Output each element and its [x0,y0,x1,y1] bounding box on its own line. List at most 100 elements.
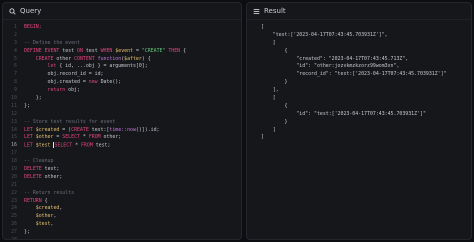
code-text: LET $other = SELECT * FROM other; [24,134,121,142]
code-token: $after [124,55,142,62]
line-number: 21 [11,181,17,188]
result-gutter [247,95,261,103]
code-token: time::now [109,126,136,133]
result-gutter [247,56,261,64]
code-token: Date(); [100,79,122,86]
code-text: $created, [24,205,63,213]
code-line[interactable]: 14 LET $created = (CREATE test:[time::now… [3,127,241,135]
code-line[interactable]: 24 $created, [3,205,241,213]
code-token: BEGIN; [24,24,42,30]
result-text: [ [261,39,276,46]
code-token: LET [24,142,36,149]
line-number: 7 [14,71,17,78]
result-panel-title: Result [264,7,286,15]
code-line[interactable]: 6 let { id, ...obj } = arguments[0]; [3,63,241,71]
code-text: LET $test SELECT * FROM test; [24,142,110,150]
code-token: CONTENT [74,55,98,62]
code-text: -- Store test results for event [24,119,115,127]
result-line: } [247,119,471,127]
code-token: }; [24,102,30,109]
code-line[interactable]: 28 [3,237,241,239]
code-token: DELETE [24,173,45,180]
code-line[interactable]: 8 obj.created = new Date(); [3,79,241,87]
code-token: , [53,213,57,220]
code-line[interactable]: 9 return obj; [3,87,241,95]
result-editor[interactable]: [ "test:['2023-04-17T07:43:45.703931Z']"… [247,21,471,239]
code-token: new [88,79,101,86]
code-token: -- Cleanup [24,158,54,165]
code-line[interactable]: 20 DELETE other; [3,174,241,182]
code-token: obj.record_id = id; [24,71,104,78]
result-text: ] [261,134,264,141]
code-token: FROM [88,134,104,141]
code-line[interactable]: 18 -- Cleanup [3,158,241,166]
line-number: 20 [11,173,17,180]
result-text: { [261,102,288,109]
code-line[interactable]: 27}; [3,229,241,237]
code-token: DELETE [24,166,45,173]
code-line[interactable]: 26 $test, [3,221,241,229]
code-line[interactable]: 5 CREATE other CONTENT function($after) … [3,56,241,64]
code-token: $test [35,221,51,228]
result-line: "id": "test:['2023-04-17T07:43:45.703931… [247,111,471,119]
code-line[interactable]: 17 [3,150,241,158]
code-token: LET [24,126,36,133]
code-token: "CREATE" [141,47,166,54]
result-gutter [247,79,261,87]
code-line[interactable]: 22 -- Return results [3,190,241,198]
code-line[interactable]: 15 LET $other = SELECT * FROM other; [3,134,241,142]
code-line[interactable]: 19 DELETE test; [3,166,241,174]
result-line: [ [247,24,471,32]
code-line[interactable]: 7 obj.record_id = id; [3,71,241,79]
code-line[interactable]: 21 [3,182,241,190]
code-text: obj.record_id = id; [24,71,104,79]
code-text: -- Define the event [24,40,80,48]
code-token: SELECT [62,134,83,141]
code-text: RETURN { [24,198,48,206]
code-text: return obj; [24,87,80,95]
result-text: "id": "test:['2023-04-17T07:43:45.703931… [261,110,426,117]
code-token: }; [24,95,42,102]
code-line[interactable]: 12 [3,111,241,119]
result-gutter [247,71,261,79]
code-line[interactable]: 4 DEFINE EVENT test ON test WHEN $event =… [3,48,241,56]
result-text: ], [261,87,279,94]
code-line[interactable]: 13 -- Store test results for event [3,119,241,127]
query-editor[interactable]: 1 BEGIN; 2 3 -- Define the event 4 DEFINE EVEN… [3,21,241,239]
code-token: $event [115,47,133,54]
line-number: 3 [14,39,17,46]
code-line[interactable]: 10 }; [3,95,241,103]
code-text: -- Return results [24,190,74,198]
result-gutter [247,134,261,142]
result-text: "created": "2023-04-17T07:43:45.713Z", [261,55,409,62]
result-line: { [247,103,471,111]
code-text: BEGIN; [24,24,42,32]
code-line[interactable]: 2 [3,32,241,40]
code-token: { [44,197,48,204]
code-line[interactable]: 23 RETURN { [3,198,241,206]
code-text: DELETE other; [24,174,62,182]
code-line[interactable]: 25 $other, [3,213,241,221]
code-text: }; [24,103,30,111]
code-text: $other, [24,213,57,221]
result-gutter [247,48,261,56]
result-text: } [261,79,288,86]
line-number: 19 [11,166,17,173]
code-token: other [56,55,75,62]
code-line[interactable]: 16 LET $test SELECT * FROM test; [3,142,241,150]
line-number: 16 [11,142,17,149]
result-text: { [261,47,288,54]
code-token: SELECT [54,142,76,149]
code-line[interactable]: 3 -- Define the event [3,40,241,48]
line-number: 2 [14,31,17,38]
line-number: 9 [14,87,17,94]
line-number: 4 [14,47,17,54]
list-icon [253,8,260,14]
code-token: test; [44,166,60,173]
code-line[interactable]: 1 BEGIN; [3,24,241,32]
line-number: 12 [11,110,17,117]
result-gutter [247,87,261,95]
result-text: [ [261,24,264,30]
code-line[interactable]: 11}; [3,103,241,111]
